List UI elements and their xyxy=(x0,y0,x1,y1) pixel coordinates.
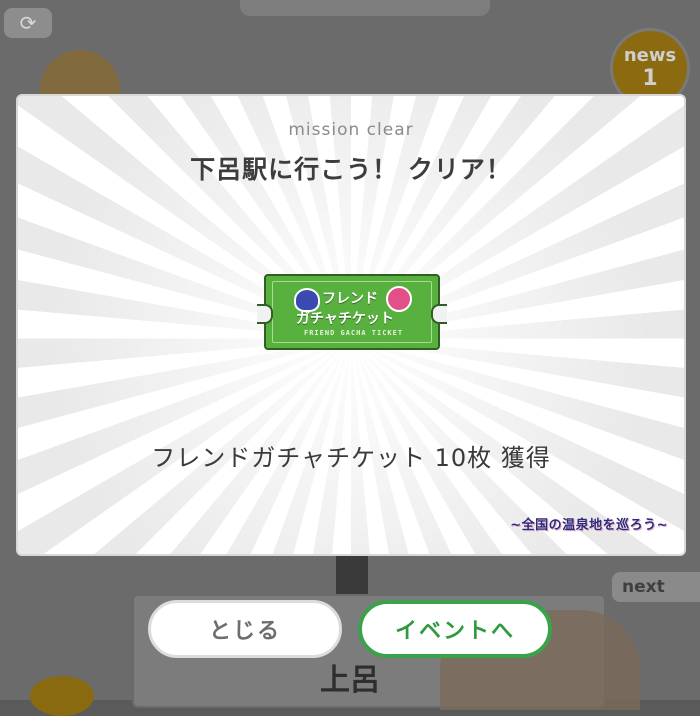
ticket-line3: FRIEND GACHA TICKET xyxy=(304,329,404,337)
ticket-notch-left xyxy=(257,304,273,324)
mission-clear-label: mission clear xyxy=(288,120,414,140)
coin-icon xyxy=(30,676,94,716)
ticket-notch-right xyxy=(431,304,447,324)
ticket-line2: ガチャチケット xyxy=(296,311,394,327)
next-button[interactable]: next xyxy=(612,572,700,602)
ticket-line1: フレンド xyxy=(322,291,378,307)
news-count: 1 xyxy=(642,66,658,91)
mission-clear-dialog: mission clear 下呂駅に行こう！ クリア！ フレンド ガチャチケット… xyxy=(16,94,686,556)
friend-gacha-ticket-icon: フレンド ガチャチケット FRIEND GACHA TICKET xyxy=(257,274,447,350)
mission-title: 下呂駅に行こう！ クリア！ xyxy=(190,155,512,184)
close-button[interactable]: とじる xyxy=(148,600,342,658)
top-bar xyxy=(240,0,490,16)
go-to-event-button[interactable]: イベントへ xyxy=(358,600,552,658)
sun-decoration xyxy=(40,50,120,94)
station-name: 上呂 xyxy=(320,663,380,698)
map-road xyxy=(336,555,368,595)
news-label: news xyxy=(623,45,677,66)
sync-icon[interactable]: ⟳ xyxy=(4,8,52,38)
reward-text: フレンドガチャチケット 10枚 獲得 xyxy=(151,444,551,472)
event-logo: ~全国の温泉地を巡ろう~ xyxy=(510,518,668,533)
